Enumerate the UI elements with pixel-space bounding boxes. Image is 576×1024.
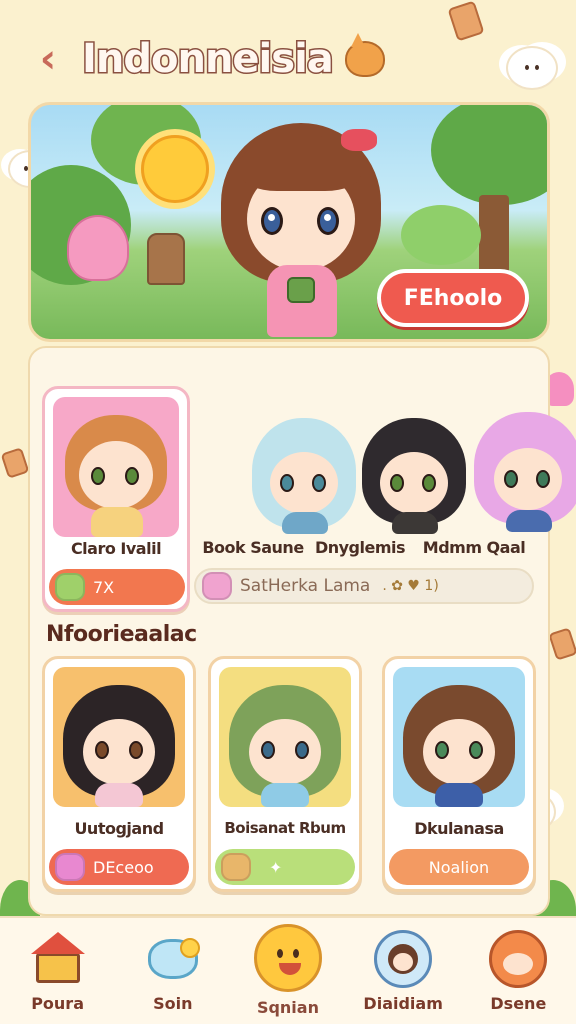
character-name: Book Saune [202, 538, 304, 557]
tree-decoration [431, 105, 547, 205]
nav-item-explore[interactable]: Soin [123, 930, 223, 1013]
pet-icon [55, 853, 85, 881]
character-card[interactable]: Dkulanasa Noalion [382, 656, 536, 892]
featured-character-card[interactable]: Claro Ivalil 7X [42, 386, 190, 612]
house-icon [29, 930, 87, 988]
character-name: Dnyglemis [314, 538, 406, 557]
cup-icon [287, 277, 315, 303]
character-portrait [362, 412, 466, 534]
bow-icon [341, 129, 377, 151]
character-card[interactable]: Uutogjand DEceoo [42, 656, 196, 892]
character-action-button[interactable]: DEceoo [49, 849, 189, 885]
fox-icon [344, 33, 385, 77]
section-title: Nfoorieaalac [46, 622, 197, 647]
tree-decoration [401, 205, 481, 265]
nav-item-home[interactable]: Poura [8, 930, 108, 1013]
fox-icon [489, 930, 548, 988]
header: ‹ Indonneisia [28, 28, 548, 90]
stump-decoration [147, 233, 185, 285]
cookie-decoration [548, 627, 576, 661]
character-portrait [252, 412, 356, 534]
character-name: Dkulanasa [414, 819, 504, 838]
bottom-navigation: Poura Soin Sqnian Diaidiam Dsene [0, 916, 576, 1024]
character-portrait [474, 406, 576, 532]
hero-banner: FEhoolo [28, 102, 550, 342]
smiley-icon [253, 924, 322, 992]
group-character-card[interactable]: Book Saune Dnyglemis Mdmm Qaal SatHerka … [194, 386, 576, 612]
pink-creature-icon [67, 215, 129, 281]
character-card[interactable]: Boisanat Rbum ✦ [208, 656, 362, 892]
back-button[interactable]: ‹ [28, 36, 68, 82]
character-portrait [393, 667, 525, 807]
sun-icon [141, 135, 209, 203]
character-portrait [53, 397, 179, 537]
hero-cta-button[interactable]: FEhoolo [377, 269, 529, 327]
character-portrait [219, 667, 351, 807]
page-title: Indonneisia [81, 35, 336, 84]
sparkle-icon: ✦ [269, 857, 283, 877]
cookie-decoration [0, 447, 30, 479]
flower-icon [202, 572, 232, 600]
character-name: Uutogjand [74, 819, 164, 838]
nav-item-profile[interactable]: Diaidiam [353, 930, 453, 1013]
character-action-button[interactable]: Noalion [389, 849, 529, 885]
character-name: Mdmm Qaal [422, 538, 526, 557]
group-info-bar[interactable]: SatHerka Lama . ✿ ♥ 1) [194, 568, 534, 604]
turtle-icon [55, 573, 85, 601]
nav-item-center[interactable]: Sqnian [238, 924, 338, 1017]
character-name: Boisanat Rbum [224, 819, 346, 837]
character-action-button[interactable]: ✦ [215, 849, 355, 885]
cloud-icon [144, 930, 202, 988]
character-name: Claro Ivalil [70, 539, 162, 558]
character-portrait [53, 667, 185, 807]
chevron-left-icon: ‹ [39, 36, 57, 82]
hero-character-illustration [217, 115, 385, 339]
tree-trunk [479, 195, 509, 275]
deer-icon [221, 853, 251, 881]
featured-badge[interactable]: 7X [49, 569, 185, 605]
profile-icon [374, 930, 433, 988]
nav-item-settings[interactable]: Dsene [468, 930, 568, 1013]
